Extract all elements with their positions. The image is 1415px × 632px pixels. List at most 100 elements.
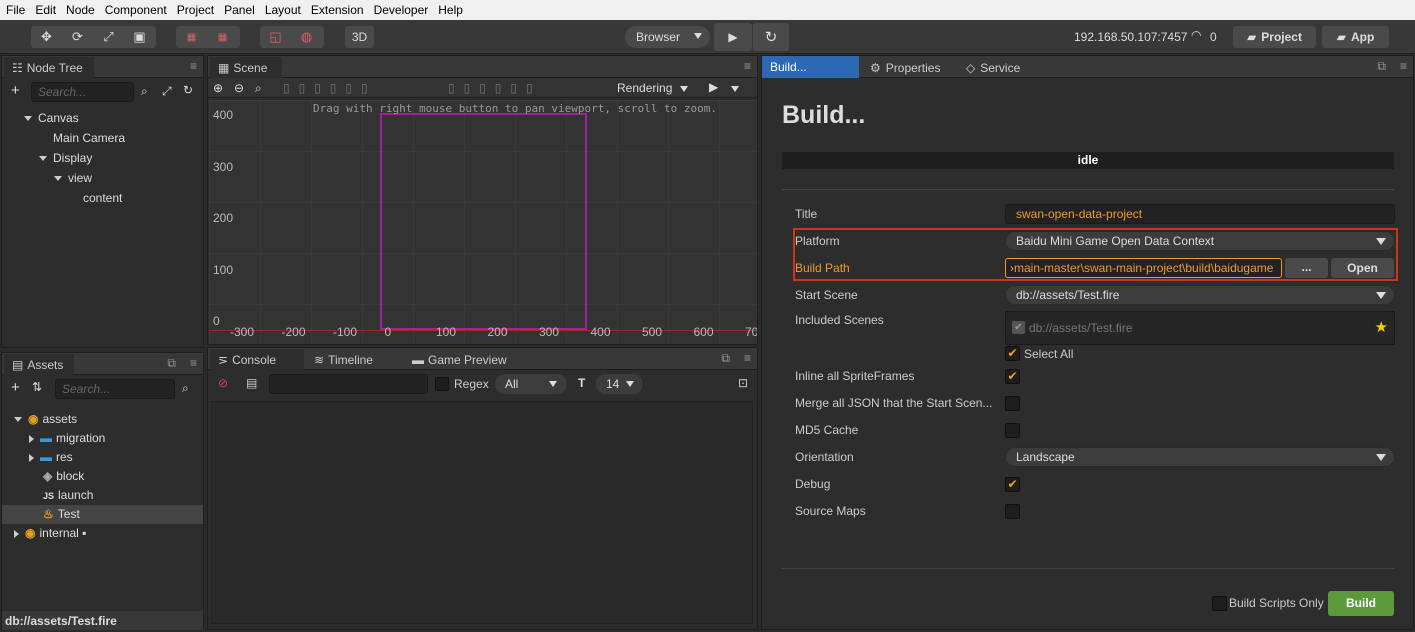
node-tree-item[interactable]: content [69,191,122,205]
tab-timeline[interactable]: ≋ Timeline [306,349,381,370]
asset-item[interactable]: ◉ assets [14,410,77,429]
3d-toggle-button[interactable]: 3D [345,26,374,48]
rendering-select[interactable]: Rendering [617,81,672,95]
panel-menu-icon[interactable]: ≡ [190,59,197,73]
tab-game-preview[interactable]: ▬ Game Preview [404,349,515,370]
node-tree-item[interactable]: Canvas [24,111,79,125]
panel-menu-icon[interactable]: ≡ [1400,59,1407,73]
zoom-reset-icon[interactable]: ⌕ [255,81,262,96]
open-button[interactable]: Open [1331,258,1394,278]
asset-item[interactable]: ◉ internal ▪ [14,524,86,543]
node-tree-item[interactable]: Display [39,151,92,165]
menu-component[interactable]: Component [99,3,171,17]
menu-file[interactable]: File [0,3,29,17]
node-tree-item[interactable]: view [54,171,92,185]
tab-assets[interactable]: ▤ Assets [4,354,74,375]
tab-build[interactable]: Build... [762,56,859,78]
menu-layout[interactable]: Layout [259,3,305,17]
title-input[interactable]: swan-open-data-project [1005,204,1395,224]
distribute-tools-icon[interactable]: ▯▯▯▯▯▯ [448,81,542,95]
node-search-input[interactable]: Search... [31,82,134,102]
asset-item[interactable]: ▬ res [29,448,73,467]
menu-node[interactable]: Node [60,3,99,17]
refresh-button[interactable]: ↻ [753,23,789,51]
merge-json-checkbox[interactable] [1005,396,1020,411]
panel-menu-icon[interactable]: ≡ [744,351,751,365]
play-button[interactable]: ▶ [714,23,752,51]
align-tools-icon[interactable]: ▯▯▯▯▯▯ [283,81,377,95]
refresh-icon[interactable]: ↻ [183,83,193,97]
font-size-select[interactable]: 14 [596,374,643,394]
zoom-out-icon[interactable]: ⊖ [234,81,244,95]
console-log-area[interactable] [211,401,753,624]
build-button[interactable]: Build [1328,591,1394,616]
select-all-checkbox[interactable]: ✔ [1005,346,1020,361]
panel-menu-icon[interactable]: ≡ [744,59,751,73]
tab-service[interactable]: ◇ Service [958,57,1028,78]
source-maps-checkbox[interactable] [1005,504,1020,519]
expand-arrow-icon[interactable] [14,529,19,538]
expand-arrow-icon[interactable] [24,116,32,122]
start-scene-select[interactable]: db://assets/Test.fire [1005,285,1395,305]
zoom-in-icon[interactable]: ⊕ [213,81,223,95]
orientation-select[interactable]: Landscape [1005,447,1395,467]
tab-scene[interactable]: ▦ Scene [210,57,282,78]
menu-edit[interactable]: Edit [29,3,60,17]
asset-item[interactable]: JS launch [29,486,93,505]
inline-spriteframes-checkbox[interactable]: ✔ [1005,369,1020,384]
menu-help[interactable]: Help [432,3,467,17]
scene-checkbox[interactable]: ✔ [1012,321,1025,334]
preview-platform-select[interactable]: Browser [625,26,710,48]
rotate-icon[interactable]: ⟳ [62,29,93,45]
menu-panel[interactable]: Panel [218,3,259,17]
md5-cache-checkbox[interactable] [1005,423,1020,438]
pivot-icon[interactable]: ▦ [176,32,207,43]
star-icon[interactable]: ★ [1375,318,1388,336]
collapse-icon[interactable]: ⊡ [738,376,748,390]
camera-icon[interactable]: ▶ [709,80,718,94]
build-scripts-only-checkbox[interactable] [1212,596,1227,611]
tab-node-tree[interactable]: ☷ Node Tree [4,57,94,78]
move-icon[interactable]: ✥ [31,29,62,45]
open-project-button[interactable]: ▰ Project [1233,26,1316,48]
asset-item[interactable]: ◈ block [29,467,84,486]
platform-select[interactable]: Baidu Mini Game Open Data Context [1005,231,1395,251]
expand-icon[interactable]: ⤢ [162,84,172,99]
maximize-icon[interactable]: ⧉ [1377,59,1386,74]
search-icon[interactable]: ⌕ [182,381,189,396]
rect-icon[interactable]: ▣ [124,29,155,45]
browse-button[interactable]: ... [1285,258,1328,278]
log-level-select[interactable]: All [495,374,567,394]
add-asset-icon[interactable]: + [11,379,20,396]
grid-icon[interactable]: ◍ [291,29,322,45]
scale-icon[interactable]: ⤢ [93,29,124,45]
log-file-icon[interactable]: ▤ [246,376,257,390]
expand-arrow-icon[interactable] [29,434,34,443]
panel-menu-icon[interactable]: ≡ [190,356,197,370]
menu-extension[interactable]: Extension [305,3,368,17]
menu-developer[interactable]: Developer [368,3,433,17]
tab-console[interactable]: ⋝ Console [210,349,304,370]
maximize-icon[interactable]: ⧉ [721,351,730,366]
maximize-icon[interactable]: ⧉ [167,356,176,371]
asset-search-input[interactable]: Search... [55,379,175,399]
add-node-icon[interactable]: + [11,82,20,99]
node-tree-item[interactable]: Main Camera [39,131,125,145]
asset-item[interactable]: ♨ Test [2,505,203,524]
menu-project[interactable]: Project [171,3,218,17]
expand-arrow-icon[interactable] [39,156,47,162]
local-icon[interactable]: ▦ [207,32,238,43]
snap-icon[interactable]: ◱ [260,29,291,45]
search-icon[interactable]: ⌕ [141,84,148,99]
sort-icon[interactable]: ⇅ [32,380,42,394]
open-app-button[interactable]: ▰ App [1322,26,1389,48]
debug-checkbox[interactable]: ✔ [1005,477,1020,492]
expand-arrow-icon[interactable] [29,453,34,462]
expand-arrow-icon[interactable] [14,417,22,423]
regex-checkbox[interactable] [435,377,449,391]
console-filter-input[interactable] [269,374,428,394]
build-path-input[interactable]: ›main-master\swan-main-project\build\bai… [1005,258,1282,278]
clear-icon[interactable]: ⊘ [218,376,228,390]
asset-item[interactable]: ▬ migration [29,429,105,448]
tab-properties[interactable]: ⚙ Properties [862,57,948,78]
